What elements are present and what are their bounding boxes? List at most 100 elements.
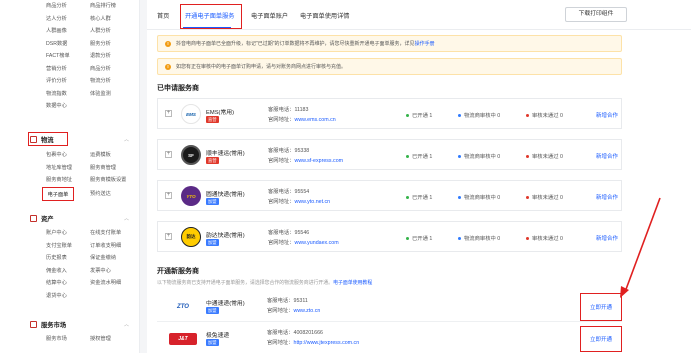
sidebar-item[interactable]: 核心人群 <box>90 13 134 26</box>
sidebar-item[interactable]: 退款分析 <box>90 50 134 63</box>
provider-badge: 加盟 <box>206 198 219 205</box>
site-link[interactable]: www.yto.net.cn <box>295 199 331 205</box>
sidebar-group-service-market[interactable]: 服务市场 ︿ <box>30 320 129 329</box>
site-link[interactable]: http://www.jtexpress.com.cn <box>294 340 360 346</box>
wallet-icon <box>30 215 37 222</box>
sidebar-item[interactable]: 历史报表 <box>46 252 90 265</box>
sidebar-item[interactable]: 授权管理 <box>90 333 134 346</box>
reviewing-count: 物流商审核中 0 <box>458 111 500 119</box>
download-print-plugin-button[interactable]: 下载打印组件 <box>565 7 627 22</box>
sidebar-item[interactable]: 商品排行榜 <box>90 0 134 13</box>
sidebar-item[interactable]: 服务分析 <box>90 38 134 51</box>
sidebar-item[interactable]: 支付宝账单 <box>46 240 90 253</box>
site-label: 官网地址： <box>267 307 294 314</box>
rejected-count: 审核未通过 0 <box>526 111 563 119</box>
sidebar-item[interactable]: 账户中心 <box>46 227 90 240</box>
sidebar-item[interactable]: 服务商地址 <box>46 174 90 187</box>
provider-info: 客服电话：4008201666 官网地址：http://www.jtexpres… <box>267 329 359 348</box>
phone-label: 客服电话： <box>267 330 294 336</box>
sidebar-item[interactable]: 资金流水明细 <box>90 277 134 290</box>
sidebar-group-label: 服务市场 <box>41 322 67 329</box>
phone-label: 客服电话： <box>268 230 295 236</box>
sidebar-item[interactable]: 退货中心 <box>46 290 90 303</box>
tutorial-link[interactable]: 电子面单使用教程 <box>333 281 372 286</box>
add-cooperation-link[interactable]: 新增合作 <box>596 111 618 119</box>
stat-text: 已开通 1 <box>412 236 433 242</box>
sidebar-item[interactable]: 订单收支明细 <box>90 240 134 253</box>
chevron-up-icon[interactable]: ︿ <box>124 321 129 328</box>
sidebar-group-logistics[interactable]: 物流 ︿ <box>30 135 129 144</box>
chevron-up-icon[interactable]: ︿ <box>124 215 129 222</box>
sidebar-logistics-grid: 包裹中心 运费模板 地址库管理 服务商管理 服务商地址 服务商模板设置 <box>46 149 136 187</box>
open-now-button[interactable]: 立即开通 <box>580 293 622 321</box>
status-dot-icon <box>526 114 529 118</box>
expand-icon[interactable]: + <box>165 192 172 199</box>
truck-icon <box>30 136 37 143</box>
sidebar-item[interactable]: 服务市场 <box>46 333 90 346</box>
sidebar-item-e-waybill[interactable]: 电子面单 <box>42 187 74 201</box>
sidebar-item[interactable]: 佣金收入 <box>46 265 90 278</box>
rejected-count: 审核未通过 0 <box>526 152 563 160</box>
sidebar-item[interactable]: 保证金缴纳 <box>90 252 134 265</box>
sidebar-item[interactable]: 营销分析 <box>46 63 90 76</box>
sidebar-item[interactable]: 运费模板 <box>90 149 134 162</box>
site-label: 官网地址： <box>267 339 294 346</box>
sidebar-item[interactable]: 商品分析 <box>46 0 90 13</box>
provider-name: 顺丰速运(常用) <box>206 151 245 157</box>
expand-icon[interactable]: + <box>165 110 172 117</box>
provider-info: 客服电话：95546 官网地址：www.yundaex.com <box>268 229 339 248</box>
manual-link[interactable]: 操作手册 <box>415 40 435 47</box>
tab-e-waybill-usage[interactable]: 电子面单使用详情 <box>300 11 350 20</box>
provider-name: 圆通快递(常用) <box>206 192 245 198</box>
sidebar-item[interactable]: 评价分析 <box>46 75 90 88</box>
sidebar-item[interactable]: 物流分析 <box>90 75 134 88</box>
sidebar-item[interactable]: 商品分析 <box>90 63 134 76</box>
site-link[interactable]: www.zto.cn <box>294 308 321 314</box>
reviewing-count: 物流商审核中 0 <box>458 234 500 242</box>
add-cooperation-link[interactable]: 新增合作 <box>596 193 618 201</box>
sidebar-item[interactable]: 结算中心 <box>46 277 90 290</box>
sidebar-item[interactable]: 物流指数 <box>46 88 90 101</box>
sidebar-item[interactable]: 服务商管理 <box>90 162 134 175</box>
sidebar-item[interactable]: 预约送达 <box>90 187 111 201</box>
sidebar-item[interactable] <box>90 100 134 113</box>
sidebar-item[interactable]: 发票中心 <box>90 265 134 278</box>
sidebar-item[interactable]: 体验监测 <box>90 88 134 101</box>
phone-value: 4008201666 <box>293 330 323 336</box>
status-dot-icon <box>526 196 529 200</box>
add-cooperation-link[interactable]: 新增合作 <box>596 152 618 160</box>
warning-icon: ! <box>165 40 171 47</box>
site-link[interactable]: www.yundaex.com <box>295 240 339 246</box>
open-now-button[interactable]: 立即开通 <box>580 326 622 352</box>
provider-card: + EMS EMS(常用) 直营 客服电话：11183 官网地址：www.ems… <box>157 98 622 129</box>
sidebar-item[interactable]: 包裹中心 <box>46 149 90 162</box>
sidebar-item[interactable]: 数据中心 <box>46 100 90 113</box>
notice-banner-review: ! 如您有正在审核中的电子面单订购申请，请与对账务商网点进行审核与充值。 <box>157 58 622 75</box>
chevron-up-icon[interactable]: ︿ <box>124 136 129 143</box>
sidebar-item[interactable]: 在线支付账单 <box>90 227 134 240</box>
stat-text: 物流商审核中 0 <box>464 236 501 242</box>
stat-text: 物流商审核中 0 <box>464 154 501 160</box>
tab-home[interactable]: 首页 <box>157 11 169 20</box>
sidebar-item[interactable]: 地址库管理 <box>46 162 90 175</box>
sidebar-item[interactable]: 服务商模板设置 <box>90 174 134 187</box>
site-link[interactable]: www.ems.com.cn <box>295 117 336 123</box>
expand-icon[interactable]: + <box>165 233 172 240</box>
opened-count: 已开通 1 <box>406 234 432 242</box>
sidebar-item[interactable]: DSR数据 <box>46 38 90 51</box>
sidebar-item[interactable]: 达人分析 <box>46 13 90 26</box>
sidebar-group-label: 资产 <box>41 216 54 223</box>
opened-count: 已开通 1 <box>406 111 432 119</box>
reviewing-count: 物流商审核中 0 <box>458 193 500 201</box>
sidebar-group-assets[interactable]: 资产 ︿ <box>30 214 129 223</box>
sidebar-item[interactable] <box>90 290 134 303</box>
status-dot-icon <box>458 114 461 118</box>
phone-value: 11183 <box>294 107 309 113</box>
sidebar-item[interactable]: 人群分析 <box>90 25 134 38</box>
expand-icon[interactable]: + <box>165 151 172 158</box>
add-cooperation-link[interactable]: 新增合作 <box>596 234 618 242</box>
site-link[interactable]: www.sf-express.com <box>295 158 344 164</box>
sidebar-item[interactable]: 人群画像 <box>46 25 90 38</box>
sidebar-item[interactable]: FACT榜单 <box>46 50 90 63</box>
tab-e-waybill-account[interactable]: 电子面单账户 <box>251 11 288 20</box>
